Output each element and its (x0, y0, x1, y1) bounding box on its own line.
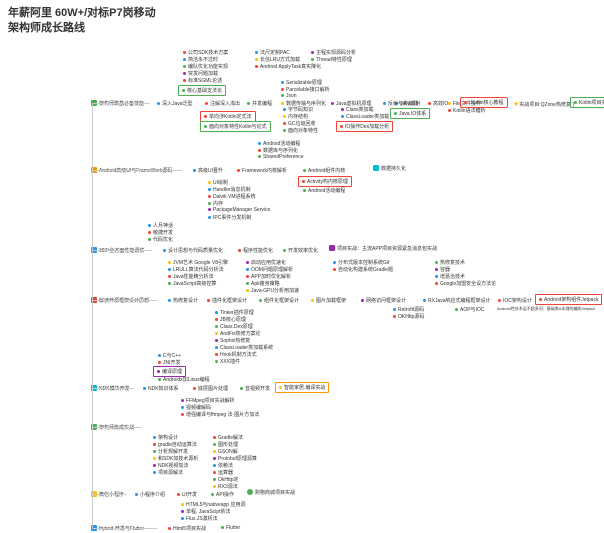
rocket-icon (329, 245, 335, 251)
folder-icon (373, 165, 379, 171)
page-title: 年薪阿里 60W+/对标P7岗移动架构师成长路线 (0, 0, 604, 43)
check-icon (247, 489, 253, 495)
